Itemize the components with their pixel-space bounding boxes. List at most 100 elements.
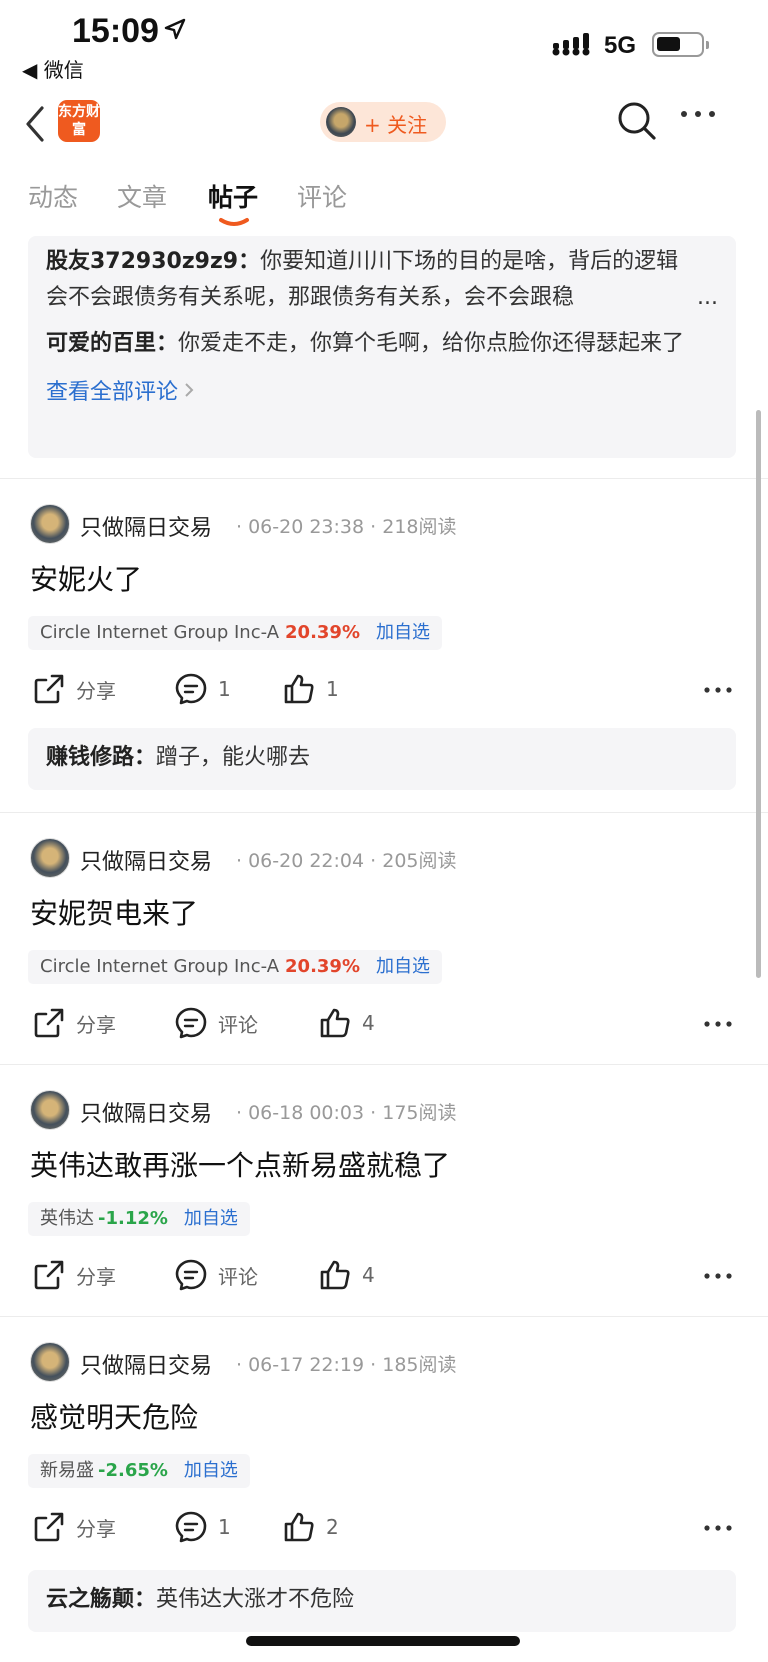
comment-count: 1	[218, 1515, 231, 1539]
post-title[interactable]: 英伟达敢再涨一个点新易盛就稳了	[30, 1144, 450, 1184]
comment-preview-box: 股友372930z9z9：你要知道川川下场的目的是啥，背后的逻辑会不会跟债务有关…	[28, 236, 736, 458]
like-button[interactable]: 1	[282, 672, 339, 706]
post-title[interactable]: 安妮贺电来了	[30, 892, 198, 932]
comment-user[interactable]: 可爱的百里	[46, 331, 156, 356]
avatar[interactable]	[30, 838, 70, 878]
like-button[interactable]: 2	[282, 1510, 339, 1544]
post-author[interactable]: 只做隔日交易	[80, 844, 212, 876]
stock-tag[interactable]: Circle Internet Group Inc-A 20.39% 加自选	[28, 950, 442, 984]
avatar[interactable]	[30, 504, 70, 544]
comment-text: 你爱走不走，你算个毛啊，给你点脸你还得瑟起来了	[178, 331, 685, 356]
more-icon[interactable]	[680, 110, 716, 118]
scrollbar[interactable]	[756, 410, 761, 978]
search-icon[interactable]	[616, 100, 658, 142]
share-icon	[34, 1008, 64, 1038]
post-meta: · 06-20 23:38 · 218阅读	[236, 516, 457, 538]
tab-active-indicator	[219, 218, 249, 226]
like-count: 4	[362, 1011, 375, 1035]
add-watchlist-button[interactable]: 加自选	[184, 1208, 238, 1229]
profile-tabs: 动态 文章 帖子 评论	[0, 178, 768, 228]
post-author[interactable]: 只做隔日交易	[80, 1348, 212, 1380]
post-author[interactable]: 只做隔日交易	[80, 510, 212, 542]
view-all-comments-link[interactable]: 查看全部评论	[46, 374, 718, 406]
share-label: 分享	[76, 1516, 116, 1541]
stock-name: 英伟达	[40, 1208, 94, 1229]
status-time: 15:09	[72, 12, 159, 50]
share-label: 分享	[76, 1012, 116, 1037]
post-date: 06-17 22:19	[248, 1354, 365, 1376]
comment-icon	[175, 1511, 207, 1543]
reply-preview[interactable]: 云之觞颠：英伟达大涨才不危险	[28, 1570, 736, 1632]
post-date: 06-18 00:03	[248, 1102, 365, 1124]
comment-item: 可爱的百里：你爱走不走，你算个毛啊，给你点脸你还得瑟起来了	[46, 331, 685, 356]
stock-tag[interactable]: Circle Internet Group Inc-A 20.39% 加自选	[28, 616, 442, 650]
stock-tag[interactable]: 英伟达 -1.12% 加自选	[28, 1202, 250, 1236]
reply-user[interactable]: 赚钱修路	[46, 745, 134, 770]
comment-button[interactable]: 1	[174, 1510, 231, 1544]
avatar[interactable]	[30, 1090, 70, 1130]
more-icon[interactable]	[704, 687, 732, 693]
top-navigation: 东方财富 + 关注	[0, 96, 768, 152]
share-button[interactable]: 分享	[32, 1006, 116, 1040]
network-type: 5G	[604, 32, 637, 59]
reply-preview[interactable]: 赚钱修路：蹭子，能火哪去	[28, 728, 736, 790]
stock-name: 新易盛	[40, 1460, 94, 1481]
tab-dynamics[interactable]: 动态	[28, 178, 78, 214]
more-icon[interactable]	[704, 1525, 732, 1531]
like-icon	[284, 1512, 314, 1542]
tab-comments[interactable]: 评论	[297, 178, 347, 214]
like-button[interactable]: 4	[318, 1258, 375, 1292]
stock-change: 20.39%	[285, 956, 360, 977]
status-bar: 15:09 ◀ 微信 5G	[0, 0, 768, 92]
post-item[interactable]: 只做隔日交易 · 06-18 00:03 · 175阅读 英伟达敢再涨一个点新易…	[0, 1088, 768, 1316]
comment-button[interactable]: 1	[174, 672, 231, 706]
post-reads: 218阅读	[382, 516, 457, 538]
comment-button[interactable]: 评论	[174, 1258, 258, 1292]
post-title[interactable]: 安妮火了	[30, 558, 142, 598]
post-meta: · 06-20 22:04 · 205阅读	[236, 850, 457, 872]
share-icon	[34, 1260, 64, 1290]
post-item[interactable]: 只做隔日交易 · 06-20 23:38 · 218阅读 安妮火了 Circle…	[0, 502, 768, 812]
post-reads: 185阅读	[382, 1354, 457, 1376]
post-item[interactable]: 只做隔日交易 · 06-17 22:19 · 185阅读 感觉明天危险 新易盛 -…	[0, 1340, 768, 1650]
like-count: 2	[326, 1515, 339, 1539]
share-button[interactable]: 分享	[32, 1510, 116, 1544]
home-indicator[interactable]	[246, 1636, 520, 1646]
add-watchlist-button[interactable]: 加自选	[184, 1460, 238, 1481]
like-icon	[320, 1008, 350, 1038]
comment-user[interactable]: 股友372930z9z9	[46, 249, 238, 274]
divider	[0, 812, 768, 813]
stock-tag[interactable]: 新易盛 -2.65% 加自选	[28, 1454, 250, 1488]
follow-label: + 关注	[364, 113, 428, 137]
share-button[interactable]: 分享	[32, 672, 116, 706]
share-button[interactable]: 分享	[32, 1258, 116, 1292]
post-reads: 175阅读	[382, 1102, 457, 1124]
tab-articles[interactable]: 文章	[117, 178, 167, 214]
chevron-right-icon	[185, 383, 194, 397]
comment-count: 评论	[218, 1264, 258, 1289]
post-author[interactable]: 只做隔日交易	[80, 1096, 212, 1128]
more-icon[interactable]	[704, 1021, 732, 1027]
follow-button[interactable]: + 关注	[320, 102, 446, 142]
like-count: 1	[326, 677, 339, 701]
post-item[interactable]: 只做隔日交易 · 06-20 22:04 · 205阅读 安妮贺电来了 Circ…	[0, 836, 768, 1064]
add-watchlist-button[interactable]: 加自选	[376, 622, 430, 643]
comment-icon	[175, 1259, 207, 1291]
reply-user[interactable]: 云之觞颠	[46, 1587, 134, 1612]
post-meta: · 06-18 00:03 · 175阅读	[236, 1102, 457, 1124]
avatar[interactable]	[30, 1342, 70, 1382]
back-to-wechat[interactable]: ◀ 微信	[22, 54, 84, 83]
back-icon[interactable]	[22, 102, 52, 146]
post-title[interactable]: 感觉明天危险	[30, 1396, 198, 1436]
comment-icon	[175, 1007, 207, 1039]
post-reads: 205阅读	[382, 850, 457, 872]
location-arrow-icon	[164, 18, 186, 40]
tab-posts[interactable]: 帖子	[208, 178, 258, 214]
add-watchlist-button[interactable]: 加自选	[376, 956, 430, 977]
view-all-label: 查看全部评论	[46, 380, 179, 405]
comment-button[interactable]: 评论	[174, 1006, 258, 1040]
post-date: 06-20 23:38	[248, 516, 365, 538]
like-button[interactable]: 4	[318, 1006, 375, 1040]
share-icon	[34, 674, 64, 704]
more-icon[interactable]	[704, 1273, 732, 1279]
